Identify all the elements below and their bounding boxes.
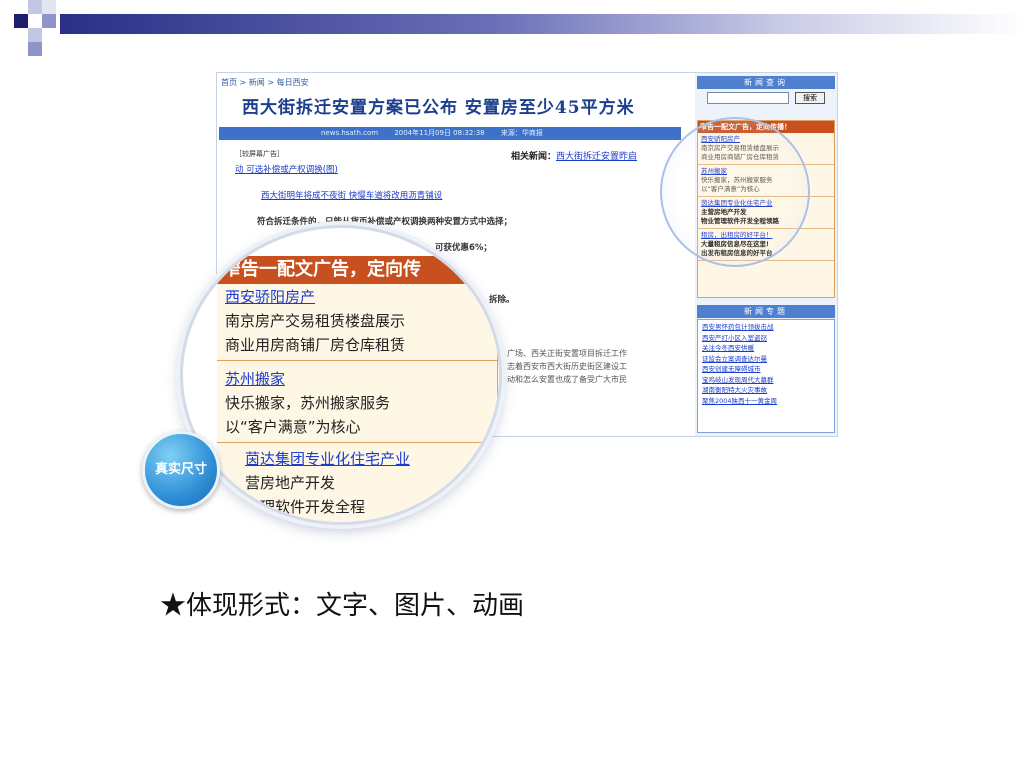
deco-square-navy xyxy=(14,14,28,28)
magnifier-divider xyxy=(497,284,498,522)
news-topic-link[interactable]: 西安创建无障碍城市 xyxy=(702,364,830,375)
deco-square-mid xyxy=(28,42,42,56)
deco-square-light xyxy=(28,0,42,14)
article-text: 动和怎么安置也成了备受广大市民 xyxy=(507,375,627,384)
magnifier-bubble: 窄告一配文广告，定向传 西安骄阳房产 南京房产交易租赁楼盘展示 商业用房商铺厂房… xyxy=(180,225,502,525)
news-topics-list: 西安男怀药包计领拔击战 西安严打小区入室盗窃 关注今冬西安供暖 证监会立案调查达… xyxy=(697,319,835,433)
news-topic-link[interactable]: 聚焦2004陕西十一黄金周 xyxy=(702,396,830,407)
slide-caption: ★体现形式：文字、图片、动画 xyxy=(160,591,525,621)
magnifier-ad-line: 管理软件开发全程 xyxy=(245,498,366,516)
real-size-badge: 真实尺寸 xyxy=(142,431,220,509)
magnifier-title: 窄告一配文广告，定向传 xyxy=(217,256,499,284)
magnifier-ad-title[interactable]: 茵达集团专业化住宅产业 xyxy=(245,448,410,469)
article-text: 广场、西关正街安置项目拆迁工作 xyxy=(507,349,627,358)
deco-square-mid xyxy=(42,14,56,28)
related-link[interactable]: 西大街拆迁安置昨启 xyxy=(556,152,637,162)
article-link[interactable]: 动 可选补偿或产权调换(图) xyxy=(235,163,338,175)
magnifier-ad-line: 以“客户满意”为核心 xyxy=(225,418,361,436)
news-topic-link[interactable]: 西安男怀药包计领拔击战 xyxy=(702,322,830,333)
search-button[interactable]: 搜索 xyxy=(795,92,825,104)
article-text: 可获优惠6%； xyxy=(435,243,492,253)
deco-square-light xyxy=(28,28,42,42)
article-headline: 西大街拆迁安置方案已公布 安置房至少45平方米 xyxy=(242,98,635,118)
focus-circle xyxy=(660,117,810,267)
magnifier-ad-title[interactable]: 苏州搬家 xyxy=(225,368,285,389)
magnifier-ad-title[interactable]: 西安骄阳房产 xyxy=(225,286,315,307)
news-topic-link[interactable]: 西安严打小区入室盗窃 xyxy=(702,333,830,344)
ad-label: ［较屏幕广告］ xyxy=(235,150,284,158)
deco-square-light xyxy=(42,0,56,14)
search-title: 新闻查询 xyxy=(697,76,835,89)
related-news: 相关新闻：西大街拆迁安置昨启 xyxy=(511,149,637,162)
magnifier-ad-line: 快乐搬家，苏州搬家服务 xyxy=(225,394,391,412)
header-gradient-bar xyxy=(60,14,1024,34)
article-text: 志着西安市西大街历史街区建设工 xyxy=(507,362,627,371)
meta-site: news.hsath.com xyxy=(321,129,379,137)
search-input[interactable] xyxy=(707,92,789,104)
article-link[interactable]: 西大街明年将成不夜街 快慢车道将改用沥青铺设 xyxy=(261,189,442,201)
magnifier-divider xyxy=(217,442,499,443)
breadcrumb[interactable]: 首页 > 新闻 > 每日西安 xyxy=(221,77,309,88)
news-topic-link[interactable]: 宝鸡岐山发现周代大墓群 xyxy=(702,375,830,386)
article-text: 符合拆迁条件的，只能从货币补偿或产权调换两种安置方式中选择； xyxy=(257,217,513,227)
news-topic-link[interactable]: 证监会立案调查达尔曼 xyxy=(702,354,830,365)
article-meta-bar: news.hsath.com 2004年11月09日 08:32:38 来源：华… xyxy=(219,127,681,140)
news-topic-link[interactable]: 关注今冬西安供暖 xyxy=(702,343,830,354)
magnifier-ad-line: 南京房产交易租赁楼盘展示 xyxy=(225,312,406,330)
meta-datetime: 2004年11月09日 08:32:38 xyxy=(394,129,485,137)
magnifier-divider xyxy=(217,360,499,361)
magnifier-ad-line: 营房地产开发 xyxy=(245,474,336,492)
meta-source: 来源：华商报 xyxy=(500,129,543,137)
news-topics-title: 新闻专题 xyxy=(697,305,835,318)
related-label: 相关新闻： xyxy=(511,152,557,162)
news-topic-link[interactable]: 湖南衡阳特大火灾事故 xyxy=(702,385,830,396)
magnifier-ad-line: 商业用房商铺厂房仓库租赁 xyxy=(225,336,406,354)
